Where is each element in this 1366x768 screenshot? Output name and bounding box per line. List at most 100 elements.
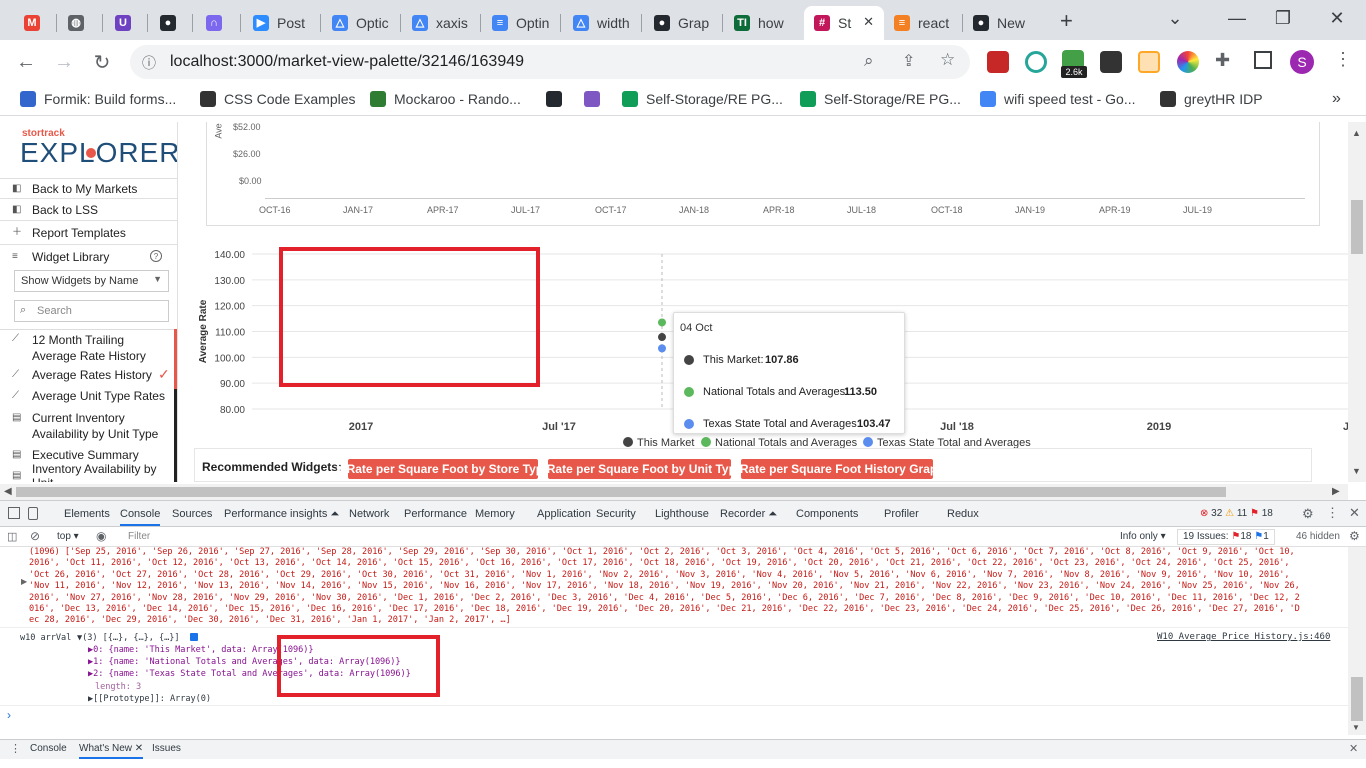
puzzle-icon[interactable]: ✚	[1215, 50, 1230, 71]
browser-tab[interactable]: ▶ Post	[243, 6, 318, 40]
devtools-tab[interactable]: Performance insights ⏶	[224, 508, 339, 521]
widget-current-inventory[interactable]: ▤ Current Inventory Availability by Unit …	[0, 408, 177, 442]
devtools-tab[interactable]: Performance	[404, 508, 467, 520]
drawer-tab-whats-new[interactable]: What's New ✕	[79, 743, 144, 759]
devtools-tab[interactable]: Components	[796, 508, 858, 520]
add-rate-by-unit-type-button[interactable]: + Rate per Square Foot by Unit Type	[536, 459, 743, 479]
bookmark-item[interactable]	[584, 91, 608, 107]
extension-icon[interactable]	[1025, 51, 1047, 73]
color-picker-icon[interactable]	[1177, 51, 1199, 73]
devtools-close-icon[interactable]: ✕	[1349, 505, 1360, 521]
error-counts[interactable]: ⊗ 32 ⚠ 11 ⚑ 18	[1200, 508, 1273, 519]
clear-console-icon[interactable]: ⊘	[30, 529, 40, 543]
browser-tab[interactable]: ● New	[963, 6, 1039, 40]
browser-tab[interactable]: ∩	[196, 6, 238, 40]
devtools-tab[interactable]: Recorder ⏶	[720, 508, 777, 521]
console-prompt[interactable]: ›	[7, 708, 11, 722]
browser-tab[interactable]: # St ✕	[804, 6, 884, 40]
devtools-tab[interactable]: Redux	[947, 508, 979, 520]
devtools-menu-icon[interactable]: ⋮	[1326, 505, 1339, 521]
browser-tab[interactable]: M	[14, 6, 54, 40]
scroll-right-icon[interactable]: ▶	[1332, 486, 1340, 497]
widget-search-input[interactable]: ⌕ Search	[14, 300, 169, 322]
devtools-tab[interactable]: Security	[596, 508, 636, 520]
drawer-menu-icon[interactable]: ⋮	[10, 742, 21, 755]
devtools-tab[interactable]: Profiler	[884, 508, 919, 520]
back-icon[interactable]: ←	[12, 48, 40, 76]
minimize-icon[interactable]: —	[1214, 0, 1260, 36]
device-toggle-icon[interactable]	[28, 507, 38, 520]
close-window-icon[interactable]: ✕	[1314, 0, 1360, 36]
drawer-tab-issues[interactable]: Issues	[152, 743, 181, 754]
zoom-icon[interactable]: ⌕	[864, 51, 874, 71]
tab-search-icon[interactable]: ⌄	[1152, 0, 1198, 36]
reload-icon[interactable]: ↻	[88, 48, 116, 76]
devtools-tab[interactable]: Elements	[64, 508, 110, 520]
page-vertical-scrollbar[interactable]: ▲ ▼	[1348, 122, 1366, 482]
drawer-tab-console[interactable]: Console	[30, 743, 67, 754]
devtools-tab[interactable]: Lighthouse	[655, 508, 709, 520]
info-icon[interactable]: ⓘ	[142, 53, 156, 73]
new-tab-button[interactable]: +	[1060, 8, 1073, 34]
console-scrollbar[interactable]: ▼	[1348, 547, 1366, 735]
source-link[interactable]: W10 Average Price History.js:460	[1157, 632, 1330, 642]
bookmark-item[interactable]: greytHR IDP	[1160, 91, 1263, 107]
sidebar-toggle-icon[interactable]: ◫	[7, 530, 17, 543]
bookmark-star-icon[interactable]: ☆	[940, 50, 955, 70]
scroll-thumb[interactable]	[1351, 200, 1363, 254]
extension-icon[interactable]	[1100, 51, 1122, 73]
widget-average-rates-history[interactable]: ⟋ Average Rates History ✓	[0, 365, 177, 385]
bookmark-item[interactable]: Self-Storage/RE PG...	[800, 91, 961, 107]
browser-tab[interactable]: TI how	[724, 6, 800, 40]
bookmark-item[interactable]: CSS Code Examples	[200, 91, 356, 107]
browser-tab[interactable]: U	[105, 6, 145, 40]
menu-kebab-icon[interactable]: ⋮	[1334, 49, 1352, 70]
browser-tab[interactable]: ≡ Optin	[482, 6, 558, 40]
widget-12-month-trailing[interactable]: ⟋ 12 Month Trailing Average Rate History	[0, 330, 177, 363]
expand-arrow-icon[interactable]: ▶	[21, 577, 27, 586]
browser-tab[interactable]: △ width	[563, 6, 639, 40]
back-to-lss[interactable]: ◧ Back to LSS	[0, 198, 177, 220]
hscroll-thumb[interactable]	[16, 487, 1226, 497]
address-bar[interactable]: ⓘ localhost:3000/market-view-palette/321…	[130, 45, 970, 79]
bookmark-item[interactable]: Formik: Build forms...	[20, 91, 176, 107]
devtools-tab[interactable]: Console	[120, 508, 161, 526]
browser-tab[interactable]: ◍	[58, 6, 100, 40]
inspect-icon[interactable]	[8, 507, 20, 519]
add-rate-by-store-type-button[interactable]: + Rate per Square Foot by Store Type	[336, 459, 550, 479]
widget-sort-select[interactable]: Show Widgets by Name ▼	[14, 270, 169, 292]
bookmark-item[interactable]: Self-Storage/RE PG...	[622, 91, 783, 107]
widget-library[interactable]: ≡ Widget Library ?	[0, 244, 177, 268]
help-icon[interactable]: ?	[150, 250, 162, 262]
share-icon[interactable]: ⇪	[902, 51, 915, 71]
console-filter-input[interactable]: Filter	[120, 529, 1110, 545]
console-scroll-thumb[interactable]	[1351, 677, 1363, 721]
browser-tab[interactable]: ● Grap	[644, 6, 720, 40]
widget-inventory-availability[interactable]: ▤ Inventory Availability by Unit	[0, 462, 177, 482]
browser-tab[interactable]: △ Optic	[322, 6, 398, 40]
scroll-up-icon[interactable]: ▲	[1352, 128, 1361, 138]
restore-icon[interactable]: ❐	[1260, 0, 1306, 36]
scroll-down-icon[interactable]: ▼	[1352, 723, 1360, 732]
bookmark-item[interactable]: Mockaroo - Rando...	[370, 91, 521, 107]
browser-tab[interactable]: ≡ react	[884, 6, 960, 40]
browser-tab[interactable]: ●	[150, 6, 190, 40]
browser-tab[interactable]: △ xaxis	[402, 6, 478, 40]
drawer-close-icon[interactable]: ✕	[1349, 742, 1358, 755]
sidepanel-icon[interactable]	[1254, 51, 1272, 69]
log-array-summary[interactable]: ▼(3) [{…}, {…}, {…}]	[77, 633, 180, 643]
issues-button[interactable]: 19 Issues: ⚑18 ⚑1	[1177, 529, 1275, 545]
back-to-my-markets[interactable]: ◧ Back to My Markets	[0, 178, 177, 198]
extension-icon[interactable]	[987, 51, 1009, 73]
eye-icon[interactable]: ◉	[96, 529, 106, 543]
devtools-tab[interactable]: Application	[537, 508, 591, 520]
array-prototype[interactable]: ▶[[Prototype]]: Array(0)	[88, 694, 211, 704]
devtools-tab[interactable]: Network	[349, 508, 389, 520]
bookmarks-overflow[interactable]: »	[1332, 90, 1341, 108]
devtools-tab[interactable]: Sources	[172, 508, 212, 520]
page-horizontal-scrollbar[interactable]: ◀ ▶	[0, 484, 1348, 500]
context-select[interactable]: top ▾	[57, 531, 79, 542]
add-rate-history-graph-button[interactable]: + Rate per Square Foot History Graph	[729, 459, 945, 479]
profile-avatar[interactable]: S	[1290, 50, 1314, 74]
bookmark-item[interactable]: wifi speed test - Go...	[980, 91, 1136, 107]
